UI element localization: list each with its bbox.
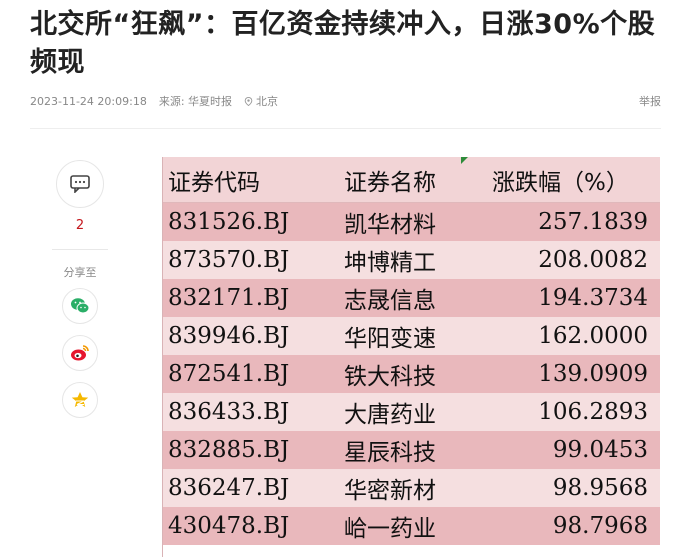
weibo-icon bbox=[71, 345, 89, 361]
stock-code: 836247.BJ bbox=[168, 475, 290, 501]
stock-name: 星辰科技 bbox=[344, 440, 436, 466]
location-pin-icon bbox=[244, 96, 253, 106]
stock-change-pct: 208.0082 bbox=[538, 247, 648, 273]
stock-change-pct: 194.3734 bbox=[538, 285, 648, 311]
article-source: 来源: 华夏时报 bbox=[158, 95, 233, 108]
table-row: 839946.BJ 华阳变速 162.0000 bbox=[163, 317, 660, 355]
table-row: 430478.BJ 峆一药业 98.7968 bbox=[163, 507, 660, 545]
header-divider bbox=[30, 128, 661, 129]
header-pct: 涨跌幅（%） bbox=[492, 169, 629, 196]
table-row: 831526.BJ 凯华材料 257.1839 bbox=[163, 203, 660, 241]
weibo-share-button[interactable] bbox=[62, 335, 98, 371]
stock-change-pct: 98.7968 bbox=[552, 513, 648, 539]
stock-name: 坤博精工 bbox=[344, 250, 436, 276]
article-meta: 2023-11-24 20:09:18 来源: 华夏时报 北京 bbox=[30, 93, 278, 109]
stock-change-pct: 162.0000 bbox=[538, 323, 648, 349]
stock-change-pct: 98.9568 bbox=[552, 475, 648, 501]
qzone-share-button[interactable] bbox=[62, 382, 98, 418]
publish-datetime: 2023-11-24 20:09:18 bbox=[30, 94, 147, 108]
table-row: 836433.BJ 大唐药业 106.2893 bbox=[163, 393, 660, 431]
table-row: 832885.BJ 星辰科技 99.0453 bbox=[163, 431, 660, 469]
table-header-row: 证券代码 证券名称 涨跌幅（%） bbox=[163, 157, 660, 203]
table-row: 873570.BJ 坤博精工 208.0082 bbox=[163, 241, 660, 279]
report-link[interactable]: 举报 bbox=[639, 93, 661, 109]
stock-code: 839946.BJ bbox=[168, 323, 290, 349]
location-text: 北京 bbox=[256, 95, 279, 108]
stock-code: 831526.BJ bbox=[168, 209, 290, 235]
share-label: 分享至 bbox=[63, 266, 97, 279]
stock-change-pct: 257.1839 bbox=[538, 209, 648, 235]
share-rail: 2 分享至 bbox=[52, 160, 108, 429]
stock-name: 志晟信息 bbox=[344, 288, 436, 314]
stock-name: 大唐药业 bbox=[344, 402, 436, 428]
stock-name: 华密新材 bbox=[344, 478, 436, 504]
stock-code: 832171.BJ bbox=[168, 285, 290, 311]
article-title: 北交所“狂飙”：百亿资金持续冲入，日涨30%个股频现 bbox=[30, 9, 656, 78]
table-row: 872541.BJ 铁大科技 139.0909 bbox=[163, 355, 660, 393]
stock-name: 铁大科技 bbox=[344, 364, 436, 390]
stock-change-pct: 99.0453 bbox=[552, 437, 648, 463]
comment-icon bbox=[70, 175, 90, 193]
comment-count[interactable]: 2 bbox=[54, 218, 106, 233]
stock-code: 832885.BJ bbox=[168, 437, 290, 463]
table-row: 836247.BJ 华密新材 98.9568 bbox=[163, 469, 660, 507]
wechat-share-button[interactable] bbox=[62, 288, 98, 324]
wechat-icon bbox=[71, 298, 90, 314]
article-location: 北京 bbox=[244, 93, 278, 109]
stock-code: 836433.BJ bbox=[168, 399, 290, 425]
header-name: 证券名称 bbox=[344, 169, 436, 196]
stock-code: 873570.BJ bbox=[168, 247, 290, 273]
stock-name: 峆一药业 bbox=[344, 516, 436, 542]
stock-table-image: 证券代码 证券名称 涨跌幅（%） 831526.BJ 凯华材料 257.1839 87… bbox=[162, 157, 660, 557]
stock-name: 凯华材料 bbox=[344, 212, 436, 238]
stock-code: 872541.BJ bbox=[168, 361, 290, 387]
stock-name: 华阳变速 bbox=[344, 326, 436, 352]
stock-change-pct: 106.2893 bbox=[538, 399, 648, 425]
table-row: 832171.BJ 志晟信息 194.3734 bbox=[163, 279, 660, 317]
qzone-icon bbox=[71, 392, 89, 407]
comment-button[interactable] bbox=[56, 160, 104, 208]
stock-change-pct: 139.0909 bbox=[538, 361, 648, 387]
rail-divider bbox=[52, 249, 108, 250]
stock-code: 430478.BJ bbox=[168, 513, 290, 539]
header-code: 证券代码 bbox=[168, 169, 260, 196]
cell-corner-mark bbox=[461, 157, 468, 164]
